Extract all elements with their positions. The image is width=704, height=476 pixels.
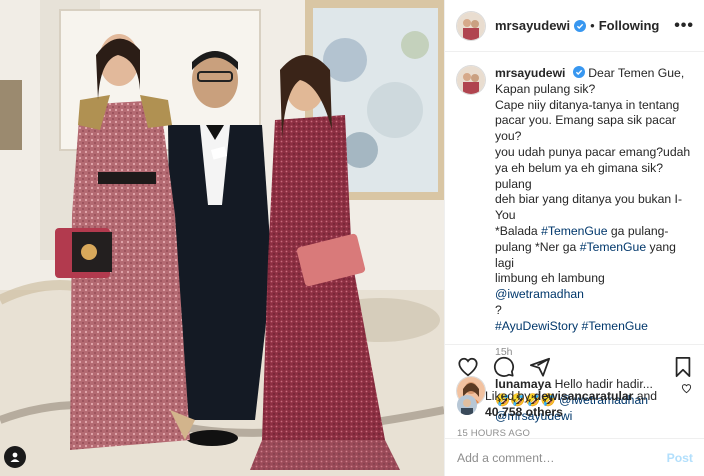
post-header: mrsayudewi • Following •••	[445, 0, 704, 52]
post-photo[interactable]	[0, 0, 444, 476]
caption-line-2: Kapan pulang sik?	[495, 81, 596, 96]
caption-line-10: pulang *Ner ga #TemenGue yang lagi	[495, 240, 692, 272]
caption: mrsayudewi Dear Temen Gue, Kapan pulang …	[457, 66, 692, 360]
likes-summary: Liked by dewisancaratular and 40,758 oth…	[457, 389, 693, 420]
following-button[interactable]: Following	[599, 18, 660, 33]
hashtag-link[interactable]: #AyuDewiStory	[495, 319, 578, 333]
verified-icon	[574, 19, 587, 32]
caption-text-fragment: pulang *Ner ga	[495, 239, 580, 254]
caption-text-fragment: ga pulang-	[607, 223, 669, 238]
verified-icon	[572, 66, 585, 78]
caption-line-1: Dear Temen Gue,	[588, 66, 685, 80]
caption-text-fragment: limbung eh lambung	[495, 271, 605, 286]
separator-dot: •	[590, 18, 595, 33]
author-username[interactable]: mrsayudewi	[495, 18, 570, 33]
likes-and: and	[633, 389, 658, 403]
caption-line-5: you udah punya pacar emang?udah	[495, 144, 691, 159]
caption-line-11: limbung eh lambung @iwetramadhan	[495, 271, 692, 303]
caption-line-3: Cape niiy ditanya-tanya in tentang	[495, 97, 680, 112]
caption-username[interactable]: mrsayudewi	[495, 66, 565, 80]
likes-count[interactable]: 40,758 others	[485, 405, 657, 421]
likes-prefix: Liked by	[485, 389, 534, 403]
author-avatar[interactable]	[457, 11, 485, 40]
caption-text: mrsayudewi Dear Temen Gue, Kapan pulang …	[495, 66, 692, 360]
hashtag-link[interactable]: #TemenGue	[580, 240, 646, 254]
post-side-panel: mrsayudewi • Following ••• mrsayudewi De…	[444, 0, 704, 476]
post-image	[0, 0, 444, 476]
caption-text-fragment: *Balada	[495, 223, 542, 238]
caption-line-6: ya eh belum ya eh gimana sik?pulang	[495, 160, 664, 191]
caption-line-9: *Balada #TemenGue ga pulang-	[495, 224, 692, 240]
more-options-icon[interactable]: •••	[674, 17, 694, 35]
liker-username[interactable]: dewisancaratular	[534, 389, 634, 403]
liker-avatar[interactable]	[457, 394, 477, 415]
share-icon[interactable]	[529, 356, 551, 378]
hashtag-link[interactable]: #TemenGue	[541, 224, 607, 238]
caption-hashtags: #AyuDewiStory #TemenGue	[495, 319, 692, 335]
post-actions: Liked by dewisancaratular and 40,758 oth…	[445, 344, 704, 439]
comment-icon[interactable]	[493, 356, 515, 378]
caption-line-4: pacar you. Emang sapa sik pacar you?	[495, 113, 676, 144]
bookmark-icon[interactable]	[673, 356, 693, 378]
caption-line-12: ?	[495, 302, 502, 317]
user-tag-icon[interactable]	[4, 446, 26, 468]
caption-avatar[interactable]	[457, 66, 485, 94]
caption-line-7: deh biar yang ditanya you bukan I-	[495, 192, 683, 207]
likes-text: Liked by dewisancaratular and 40,758 oth…	[485, 389, 657, 420]
mention-link[interactable]: @iwetramadhan	[495, 287, 584, 301]
action-icons	[457, 355, 693, 379]
caption-line-8: You	[495, 208, 516, 223]
comment-input[interactable]	[457, 450, 667, 465]
hashtag-link[interactable]: #TemenGue	[581, 319, 647, 333]
add-comment-bar: Post	[445, 438, 704, 476]
post-comment-button[interactable]: Post	[667, 451, 693, 465]
heart-icon[interactable]	[457, 356, 479, 378]
